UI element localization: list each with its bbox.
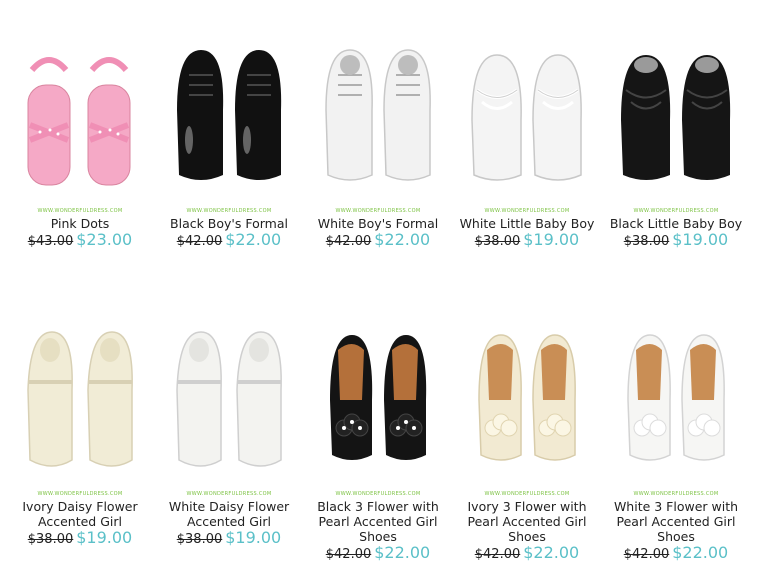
watermark-text: WWW.WONDERFULDRESS.COM bbox=[484, 491, 570, 497]
original-price: $42.00 bbox=[325, 547, 372, 562]
sale-price: $22.00 bbox=[374, 230, 431, 249]
black-flower-flat-icon bbox=[330, 335, 427, 460]
product-name[interactable]: Pink Dots bbox=[5, 216, 155, 231]
original-price: $42.00 bbox=[176, 234, 223, 249]
product-image[interactable] bbox=[10, 30, 150, 200]
price-row: $43.00 $23.00 bbox=[5, 230, 155, 249]
product-name[interactable]: White Boy's Formal bbox=[303, 216, 453, 231]
watermark-text: WWW.WONDERFULDRESS.COM bbox=[484, 208, 570, 214]
watermark-text: WWW.WONDERFULDRESS.COM bbox=[37, 491, 123, 497]
original-price: $38.00 bbox=[27, 532, 74, 547]
sale-price: $22.00 bbox=[672, 543, 729, 562]
product-card[interactable]: WWW.WONDERFULDRESS.COM Black Boy's Forma… bbox=[154, 30, 304, 260]
watermark-text: WWW.WONDERFULDRESS.COM bbox=[335, 491, 421, 497]
product-name[interactable]: Ivory 3 Flower with Pearl Accented Girl … bbox=[452, 499, 602, 544]
watermark-text: WWW.WONDERFULDRESS.COM bbox=[186, 208, 272, 214]
sale-price: $22.00 bbox=[225, 230, 282, 249]
product-image[interactable] bbox=[159, 30, 299, 200]
price-row: $38.00 $19.00 bbox=[601, 230, 751, 249]
product-image[interactable] bbox=[159, 320, 299, 490]
white-oxford-shoe-icon bbox=[325, 49, 431, 181]
price-row: $42.00 $22.00 bbox=[601, 543, 751, 562]
watermark-text: WWW.WONDERFULDRESS.COM bbox=[186, 491, 272, 497]
product-image[interactable] bbox=[308, 30, 448, 200]
product-name[interactable]: Ivory Daisy Flower Accented Girl bbox=[5, 499, 155, 529]
product-card[interactable]: WWW.WONDERFULDRESS.COM White Daisy Flowe… bbox=[154, 320, 304, 580]
price-row: $38.00 $19.00 bbox=[154, 528, 304, 547]
price-row: $38.00 $19.00 bbox=[452, 230, 602, 249]
product-image[interactable] bbox=[457, 30, 597, 200]
white-mary-jane-icon bbox=[176, 331, 282, 467]
product-card[interactable]: WWW.WONDERFULDRESS.COM White Boy's Forma… bbox=[303, 30, 453, 260]
watermark-text: WWW.WONDERFULDRESS.COM bbox=[633, 491, 719, 497]
sale-price: $19.00 bbox=[523, 230, 580, 249]
product-card[interactable]: WWW.WONDERFULDRESS.COM White 3 Flower wi… bbox=[601, 320, 751, 580]
product-name[interactable]: Black Little Baby Boy bbox=[601, 216, 751, 231]
product-image[interactable] bbox=[10, 320, 150, 490]
sale-price: $23.00 bbox=[76, 230, 133, 249]
product-card[interactable]: WWW.WONDERFULDRESS.COM Pink Dots $43.00 $… bbox=[5, 30, 155, 260]
original-price: $38.00 bbox=[623, 234, 670, 249]
product-card[interactable]: WWW.WONDERFULDRESS.COM Black 3 Flower wi… bbox=[303, 320, 453, 580]
product-name[interactable]: Black 3 Flower with Pearl Accented Girl … bbox=[303, 499, 453, 544]
sale-price: $19.00 bbox=[672, 230, 729, 249]
product-card[interactable]: WWW.WONDERFULDRESS.COM Ivory Daisy Flowe… bbox=[5, 320, 155, 580]
product-name[interactable]: White Daisy Flower Accented Girl bbox=[154, 499, 304, 529]
price-row: $42.00 $22.00 bbox=[452, 543, 602, 562]
original-price: $38.00 bbox=[474, 234, 521, 249]
original-price: $42.00 bbox=[474, 547, 521, 562]
product-card[interactable]: WWW.WONDERFULDRESS.COM Black Little Baby… bbox=[601, 30, 751, 260]
watermark-text: WWW.WONDERFULDRESS.COM bbox=[633, 208, 719, 214]
original-price: $38.00 bbox=[176, 532, 223, 547]
watermark-text: WWW.WONDERFULDRESS.COM bbox=[335, 208, 421, 214]
sale-price: $19.00 bbox=[225, 528, 282, 547]
pink-sandal-icon bbox=[27, 57, 131, 186]
product-name[interactable]: Black Boy's Formal bbox=[154, 216, 304, 231]
product-grid: WWW.WONDERFULDRESS.COM Pink Dots $43.00 $… bbox=[0, 0, 766, 583]
watermark-text: WWW.WONDERFULDRESS.COM bbox=[37, 208, 123, 214]
black-oxford-shoe-icon bbox=[177, 50, 282, 180]
product-image[interactable] bbox=[606, 30, 746, 200]
white-baby-shoe-icon bbox=[471, 54, 582, 181]
ivory-mary-jane-icon bbox=[27, 331, 133, 467]
original-price: $43.00 bbox=[27, 234, 74, 249]
sale-price: $22.00 bbox=[374, 543, 431, 562]
original-price: $42.00 bbox=[325, 234, 372, 249]
product-image[interactable] bbox=[606, 320, 746, 490]
original-price: $42.00 bbox=[623, 547, 670, 562]
sale-price: $19.00 bbox=[76, 528, 133, 547]
product-card[interactable]: WWW.WONDERFULDRESS.COM White Little Baby… bbox=[452, 30, 602, 260]
price-row: $42.00 $22.00 bbox=[154, 230, 304, 249]
product-card[interactable]: WWW.WONDERFULDRESS.COM Ivory 3 Flower wi… bbox=[452, 320, 602, 580]
white-flower-flat-icon bbox=[627, 334, 725, 461]
ivory-flower-flat-icon bbox=[478, 334, 576, 461]
product-name[interactable]: White 3 Flower with Pearl Accented Girl … bbox=[601, 499, 751, 544]
black-baby-shoe-icon bbox=[621, 55, 731, 180]
price-row: $42.00 $22.00 bbox=[303, 543, 453, 562]
product-image[interactable] bbox=[457, 320, 597, 490]
price-row: $42.00 $22.00 bbox=[303, 230, 453, 249]
price-row: $38.00 $19.00 bbox=[5, 528, 155, 547]
sale-price: $22.00 bbox=[523, 543, 580, 562]
product-name[interactable]: White Little Baby Boy bbox=[452, 216, 602, 231]
product-image[interactable] bbox=[308, 320, 448, 490]
